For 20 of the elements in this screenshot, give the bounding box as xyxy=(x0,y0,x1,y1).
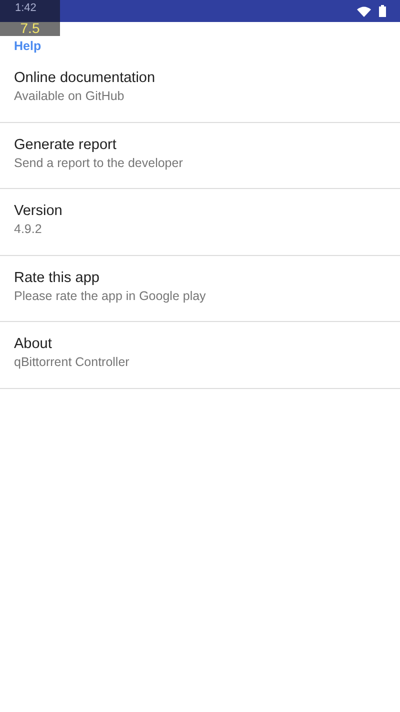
preference-item[interactable]: Generate report Send a report to the developer xyxy=(0,122,400,189)
item-summary: qBittorrent Controller xyxy=(14,354,130,371)
overlay-value: 7.5 xyxy=(20,22,40,36)
item-summary: 4.9.2 xyxy=(14,221,43,238)
item-title: Rate this app xyxy=(14,268,100,286)
preference-item[interactable]: Online documentation Available on GitHub xyxy=(0,56,400,122)
preference-item[interactable]: Rate this app Please rate the app in Google play xyxy=(0,256,400,322)
wifi-icon xyxy=(357,6,371,16)
item-title: Generate report xyxy=(14,136,118,154)
preference-item[interactable]: About qBittorrent Controller xyxy=(0,322,400,388)
item-summary: Send a report to the developer xyxy=(14,154,184,172)
item-title: Version xyxy=(14,202,64,220)
item-title: About xyxy=(14,335,53,353)
item-summary: Available on GitHub xyxy=(14,88,126,105)
section-header: Help xyxy=(14,39,42,53)
preference-item[interactable]: Version 4.9.2 xyxy=(0,189,400,256)
item-summary: Please rate the app in Google play xyxy=(14,288,207,304)
status-time: 1:42 xyxy=(15,2,36,14)
battery-icon xyxy=(379,5,386,17)
item-title: Online documentation xyxy=(14,69,156,87)
